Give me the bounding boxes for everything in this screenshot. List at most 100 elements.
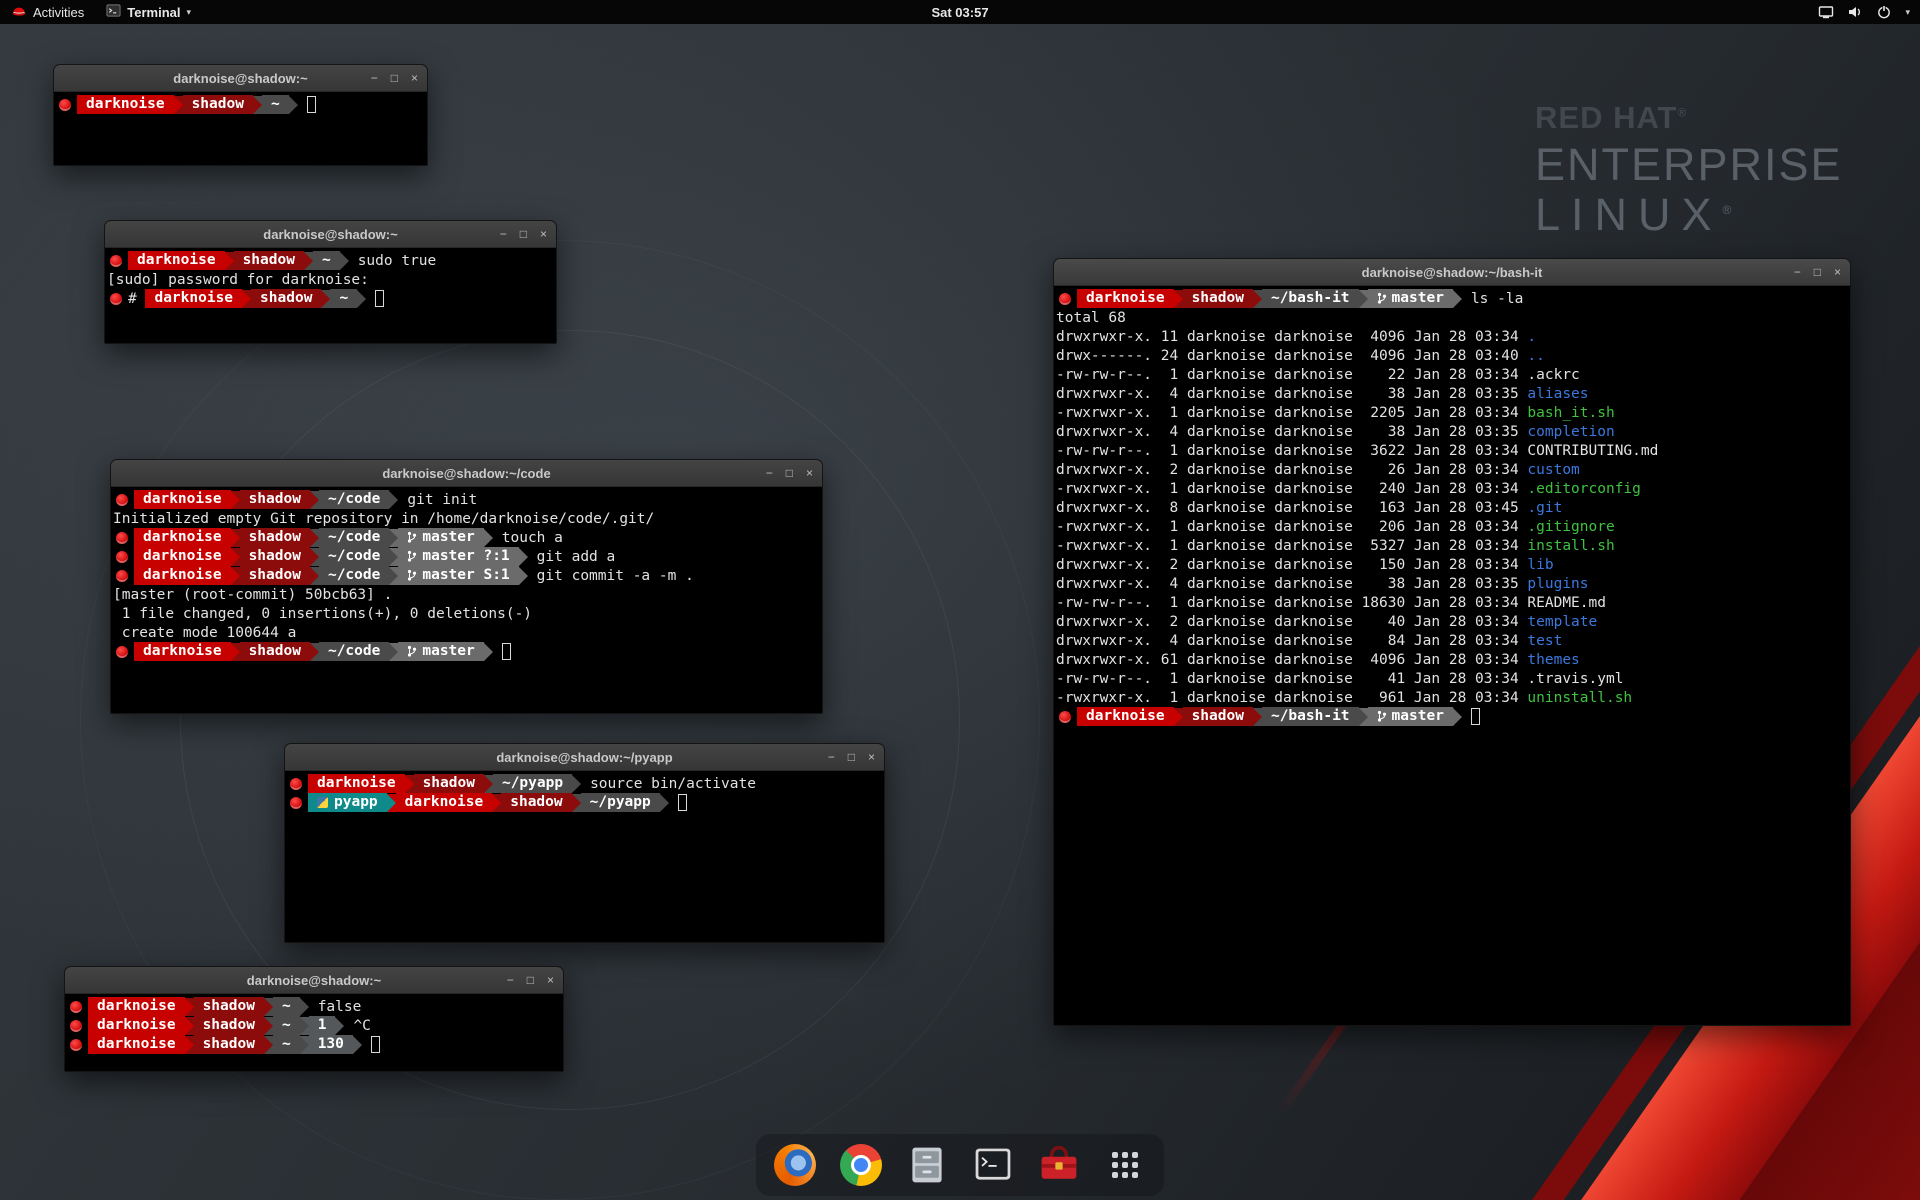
terminal-line: drwxrwxr-x. 2 darknoise darknoise 26 Jan… [1056, 460, 1848, 479]
terminal-text: 1 file changed, 0 insertions(+), 0 delet… [113, 606, 532, 622]
terminal-content[interactable]: darknoiseshadow~falsedarknoiseshadow~1^C… [65, 994, 563, 1054]
redhat-prompt-icon [110, 255, 122, 267]
window-titlebar[interactable]: darknoise@shadow:~/pyapp − □ × [285, 744, 884, 771]
close-button[interactable]: × [868, 751, 875, 763]
prompt-segment: darknoise [145, 289, 242, 308]
terminal-line: drwxrwxr-x. 4 darknoise darknoise 84 Jan… [1056, 631, 1848, 650]
minimize-button[interactable]: − [828, 751, 835, 763]
powerline-arrow-icon [174, 96, 183, 114]
window-titlebar[interactable]: darknoise@shadow:~/code − □ × [111, 460, 822, 487]
terminal-content[interactable]: darknoiseshadow~sudo true[sudo] password… [105, 248, 556, 308]
close-button[interactable]: × [806, 467, 813, 479]
redhat-prompt-icon [290, 797, 302, 809]
activities-button[interactable]: Activities [0, 0, 95, 24]
window-titlebar[interactable]: darknoise@shadow:~ − □ × [54, 65, 427, 92]
dock-item-chrome[interactable] [838, 1142, 884, 1188]
dock-item-firefox[interactable] [772, 1142, 818, 1188]
terminal-content[interactable]: darknoiseshadow~ [54, 92, 427, 114]
app-menu-terminal[interactable]: Terminal ▾ [95, 0, 202, 24]
terminal-content[interactable]: darknoiseshadow~/codegit initInitialized… [111, 487, 822, 661]
volume-icon[interactable] [1847, 4, 1863, 20]
terminal-text: drwxrwxr-x. 4 darknoise darknoise 84 Jan… [1056, 633, 1527, 649]
terminal-line: darknoiseshadow~ [56, 95, 425, 114]
terminal-content[interactable]: darknoiseshadow~/bash-itmasterls -latota… [1054, 286, 1850, 726]
dock-item-toolbox[interactable] [1036, 1142, 1082, 1188]
window-title: darknoise@shadow:~ [105, 227, 556, 242]
terminal-line: drwxrwxr-x. 11 darknoise darknoise 4096 … [1056, 327, 1848, 346]
dock-item-files[interactable] [904, 1142, 950, 1188]
file-name: .gitignore [1527, 519, 1614, 535]
terminal-line: 1 file changed, 0 insertions(+), 0 delet… [113, 604, 820, 623]
prompt-segment: ~ [273, 1035, 300, 1054]
minimize-button[interactable]: − [500, 228, 507, 240]
prompt-segment: darknoise [134, 528, 231, 547]
minimize-button[interactable]: − [507, 974, 514, 986]
window-titlebar[interactable]: darknoise@shadow:~ − □ × [65, 967, 563, 994]
clock[interactable]: Sat 03:57 [931, 5, 988, 20]
prompt-segment: ~/pyapp [493, 774, 572, 793]
system-status-area[interactable]: ▾ [1818, 0, 1920, 24]
git-branch-icon [407, 569, 417, 582]
powerline-arrow-icon [264, 998, 273, 1016]
redhat-prompt-icon [70, 1039, 82, 1051]
terminal-text: [master (root-commit) 50bcb63] . [113, 587, 392, 603]
maximize-button[interactable]: □ [848, 751, 855, 763]
brand-text: LINUX [1535, 189, 1723, 240]
power-icon[interactable] [1876, 4, 1892, 20]
prompt-segment: ~ [273, 1016, 300, 1035]
powerline-arrow-icon [310, 529, 319, 547]
terminal-text: drwxrwxr-x. 4 darknoise darknoise 38 Jan… [1056, 576, 1527, 592]
prompt-segment: ~/code [319, 528, 389, 547]
terminal-line: darknoiseshadow~/bash-itmaster [1056, 707, 1848, 726]
powerline-arrow-icon [1253, 708, 1262, 726]
terminal-line: Initialized empty Git repository in /hom… [113, 509, 820, 528]
terminal-cursor [375, 290, 384, 307]
powerline-arrow-icon [389, 567, 398, 585]
close-button[interactable]: × [547, 974, 554, 986]
minimize-button[interactable]: − [766, 467, 773, 479]
minimize-button[interactable]: − [371, 72, 378, 84]
maximize-button[interactable]: □ [520, 228, 527, 240]
file-name: bash_it.sh [1527, 405, 1614, 421]
minimize-button[interactable]: − [1794, 266, 1801, 278]
terminal-line: drwxrwxr-x. 2 darknoise darknoise 150 Ja… [1056, 555, 1848, 574]
prompt-segment: shadow [1183, 707, 1253, 726]
terminal-text: -rwxrwxr-x. 1 darknoise darknoise 2205 J… [1056, 405, 1527, 421]
maximize-button[interactable]: □ [786, 467, 793, 479]
terminal-line: pyappdarknoiseshadow~/pyapp [287, 793, 882, 812]
close-button[interactable]: × [411, 72, 418, 84]
maximize-button[interactable]: □ [1814, 266, 1821, 278]
maximize-button[interactable]: □ [391, 72, 398, 84]
window-titlebar[interactable]: darknoise@shadow:~ − □ × [105, 221, 556, 248]
files-icon [906, 1144, 948, 1186]
window-titlebar[interactable]: darknoise@shadow:~/bash-it − □ × [1054, 259, 1850, 286]
powerline-arrow-icon [484, 775, 493, 793]
brand-line-enterprise: ENTERPRISE [1535, 139, 1843, 191]
terminal-text: drwxrwxr-x. 11 darknoise darknoise 4096 … [1056, 329, 1527, 345]
display-icon[interactable] [1818, 4, 1834, 20]
redhat-prompt-icon [116, 570, 128, 582]
terminal-line: darknoiseshadow~false [67, 997, 561, 1016]
dock-item-terminal[interactable] [970, 1142, 1016, 1188]
dock-item-app-grid[interactable] [1102, 1142, 1148, 1188]
file-name: themes [1527, 652, 1579, 668]
maximize-button[interactable]: □ [527, 974, 534, 986]
terminal-line: darknoiseshadow~/codemaster [113, 642, 820, 661]
prompt-segment: shadow [234, 251, 304, 270]
powerline-arrow-icon [340, 252, 349, 270]
redhat-prompt-icon [70, 1001, 82, 1013]
powerline-arrow-icon [242, 290, 251, 308]
firefox-icon [774, 1144, 816, 1186]
close-button[interactable]: × [540, 228, 547, 240]
terminal-line: -rw-rw-r--. 1 darknoise darknoise 18630 … [1056, 593, 1848, 612]
redhat-prompt-icon [116, 646, 128, 658]
terminal-content[interactable]: darknoiseshadow~/pyappsource bin/activat… [285, 771, 884, 812]
powerline-arrow-icon [231, 491, 240, 509]
terminal-line: -rwxrwxr-x. 1 darknoise darknoise 206 Ja… [1056, 517, 1848, 536]
close-button[interactable]: × [1834, 266, 1841, 278]
terminal-line: total 68 [1056, 308, 1848, 327]
prompt-segment: darknoise [77, 95, 174, 114]
redhat-prompt-icon [116, 494, 128, 506]
powerline-arrow-icon [357, 290, 366, 308]
terminal-window: darknoise@shadow:~ − □ × darknoiseshadow… [53, 64, 428, 166]
